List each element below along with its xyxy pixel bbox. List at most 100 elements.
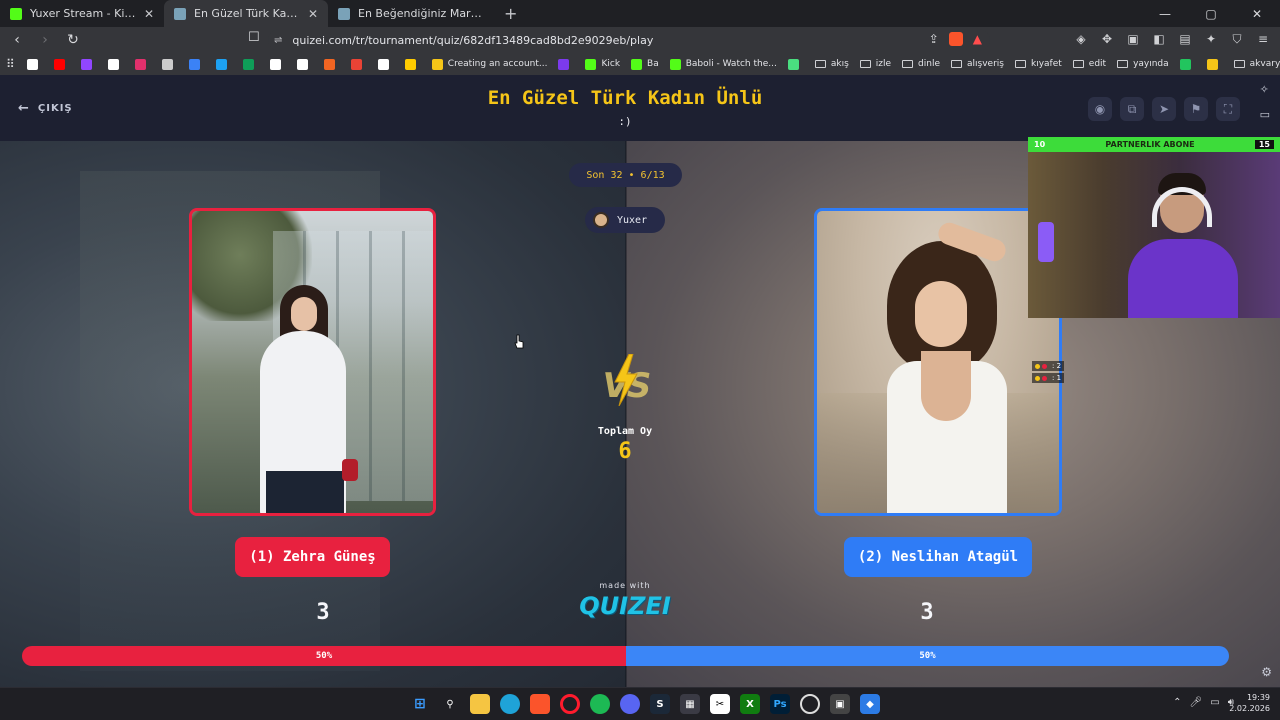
bookmark-folder[interactable]: akış — [814, 59, 849, 69]
microphone-icon[interactable]: 🎤︎ — [1190, 697, 1203, 708]
start-icon[interactable]: ⊞ — [410, 694, 430, 714]
bookmark-item[interactable] — [53, 58, 70, 70]
right-option-photo[interactable] — [817, 211, 1059, 513]
capcut-icon[interactable]: ✂ — [710, 694, 730, 714]
app-icon[interactable]: ◆ — [860, 694, 880, 714]
site-info-icon[interactable]: ⇌ — [274, 35, 282, 46]
browser-tab-active[interactable]: En Güzel Türk Kadın Ünlü - Tier List ✕ — [164, 0, 328, 27]
bookmark-folder[interactable]: edit — [1072, 59, 1106, 69]
bookmark-folder[interactable]: izle — [859, 59, 891, 69]
bookmark-item[interactable]: Baboli - Watch the... — [669, 58, 777, 70]
badge-icon — [1042, 375, 1047, 381]
brave-shields-icon[interactable] — [948, 32, 963, 46]
display-icon[interactable]: ▭ — [1210, 697, 1219, 708]
clock-time: 19:39 — [1246, 693, 1270, 702]
menu-icon[interactable]: ≡ — [1256, 32, 1270, 47]
share-icon[interactable]: ⧉ — [1120, 97, 1144, 121]
discord-icon[interactable] — [620, 694, 640, 714]
snipping-tool-icon[interactable]: ▣ — [830, 694, 850, 714]
opera-icon[interactable] — [560, 694, 580, 714]
bookmark-item[interactable] — [787, 58, 804, 70]
bookmark-item[interactable] — [269, 58, 286, 70]
bookmark-item[interactable] — [377, 58, 394, 70]
sidebar-panel-icon[interactable]: ▭ — [1260, 108, 1270, 121]
file-explorer-icon[interactable] — [470, 694, 490, 714]
quizei-logo[interactable]: QUIZEI — [560, 592, 690, 620]
bookmark-item[interactable] — [107, 58, 124, 70]
left-option-photo[interactable] — [192, 211, 433, 513]
bookmark-item[interactable] — [242, 58, 259, 70]
edge-icon[interactable] — [500, 694, 520, 714]
send-icon[interactable]: ➤ — [1152, 97, 1176, 121]
apps-grid-icon[interactable]: ⠿ — [6, 57, 15, 71]
browser-tab[interactable]: En Beğendiğiniz Market? - Tier List | — [328, 0, 492, 27]
tab-manager-icon[interactable]: ▤ — [1178, 32, 1192, 47]
wallet-icon[interactable]: ▣ — [1126, 32, 1140, 47]
bookmark-item[interactable] — [296, 58, 313, 70]
bookmark-item[interactable]: Ba — [631, 58, 659, 70]
brave-rewards-icon[interactable]: ▲ — [973, 32, 982, 46]
obs-icon[interactable] — [800, 694, 820, 714]
search-icon[interactable]: ⚲ — [440, 694, 460, 714]
bookmark-item[interactable] — [404, 58, 421, 70]
address-bar-actions: ⇪ ▲ — [929, 32, 982, 46]
sidebar-icon[interactable]: ◧ — [1152, 32, 1166, 47]
calculator-icon[interactable]: ▦ — [680, 694, 700, 714]
extensions-icon[interactable]: ✥ — [1100, 32, 1114, 47]
url-text[interactable]: quizei.com/tr/tournament/quiz/682df13489… — [292, 34, 653, 47]
bookmark-item[interactable] — [350, 58, 367, 70]
vpn-icon[interactable]: ◈ — [1074, 32, 1088, 47]
sidebar-pin-icon[interactable]: ✧ — [1260, 83, 1270, 96]
bookmark-item[interactable] — [323, 58, 340, 70]
bookmark-item[interactable] — [215, 58, 232, 70]
xbox-icon[interactable]: X — [740, 694, 760, 714]
shield-icon[interactable]: ⛉ — [1230, 32, 1244, 47]
forward-icon[interactable]: › — [34, 29, 56, 51]
share-url-icon[interactable]: ⇪ — [929, 32, 939, 46]
right-option-card[interactable] — [814, 208, 1062, 516]
bookmark-folder[interactable]: yayında — [1117, 59, 1169, 69]
photoshop-icon[interactable]: Ps — [770, 694, 790, 714]
bookmark-item[interactable] — [80, 58, 97, 70]
fullscreen-icon[interactable]: ⛶ — [1216, 97, 1240, 121]
bookmark-item[interactable] — [188, 58, 205, 70]
bookmark-item[interactable] — [26, 58, 43, 70]
close-tab-icon[interactable]: ✕ — [144, 7, 154, 21]
bookmark-page-icon[interactable]: ☐ — [248, 30, 260, 45]
flag-icon[interactable]: ⚑ — [1184, 97, 1208, 121]
left-option-card[interactable] — [189, 208, 436, 516]
bookmark-item[interactable] — [1179, 58, 1196, 70]
bookmark-item[interactable] — [161, 58, 178, 70]
site-favicon-icon — [558, 58, 570, 70]
bookmark-folder[interactable]: kıyafet — [1014, 59, 1062, 69]
vote-left-button[interactable]: (1) Zehra Güneş — [235, 537, 390, 577]
bookmark-folder[interactable]: alışveriş — [951, 59, 1004, 69]
creator-badge[interactable]: Yuxer — [585, 207, 665, 233]
eye-icon[interactable]: ◉ — [1088, 97, 1112, 121]
brave-icon[interactable] — [530, 694, 550, 714]
bookmark-folder[interactable]: dinle — [902, 59, 940, 69]
address-bar[interactable]: ⇌ quizei.com/tr/tournament/quiz/682df134… — [268, 29, 990, 51]
leo-ai-icon[interactable]: ✦ — [1204, 32, 1218, 47]
bookmark-item[interactable] — [134, 58, 151, 70]
bookmark-folder[interactable]: akvaryum — [1233, 59, 1280, 69]
bookmark-item[interactable]: Kick — [585, 58, 620, 70]
new-tab-button[interactable]: + — [492, 0, 529, 27]
maximize-button[interactable]: ▢ — [1188, 0, 1234, 27]
gear-icon[interactable]: ⚙ — [1261, 665, 1272, 679]
spotify-icon[interactable] — [590, 694, 610, 714]
site-favicon-icon — [631, 58, 643, 70]
close-window-button[interactable]: ✕ — [1234, 0, 1280, 27]
reload-icon[interactable]: ↻ — [62, 29, 84, 51]
vote-right-button[interactable]: (2) Neslihan Atagül — [844, 537, 1032, 577]
steam-icon[interactable]: S — [650, 694, 670, 714]
close-tab-icon[interactable]: ✕ — [308, 7, 318, 21]
bookmark-item[interactable]: Creating an account... — [431, 58, 547, 70]
minimize-button[interactable]: — — [1142, 0, 1188, 27]
bookmark-item[interactable] — [1206, 58, 1223, 70]
bookmark-item[interactable] — [558, 58, 574, 70]
back-icon[interactable]: ‹ — [6, 29, 28, 51]
browser-tab[interactable]: Yuxer Stream - Kick Dashboard ✕ — [0, 0, 164, 27]
chevron-up-icon[interactable]: ⌃ — [1173, 697, 1181, 708]
taskbar-clock[interactable]: 19:39 2.02.2026 — [1229, 692, 1270, 714]
